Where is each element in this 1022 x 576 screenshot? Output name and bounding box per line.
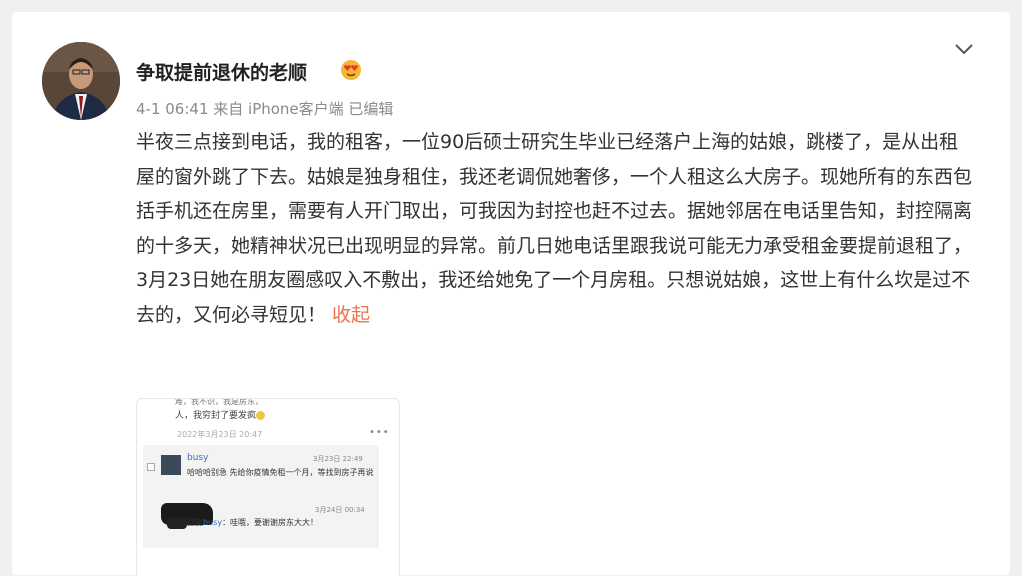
- more-dots-icon: •••: [369, 427, 390, 438]
- thumb-comment-box: busy 3月23日 22:49 哈哈哈别急 先给你疫情免租一个月，等找到房子再…: [143, 445, 379, 548]
- heart-eyes-emoji-icon: [341, 60, 361, 80]
- thumb-text-line1: 难，我不识，我是房东，: [175, 398, 263, 406]
- thumb-comment-text: 哈哈哈别急 先给你疫情免租一个月，等找到房子再说: [187, 468, 374, 477]
- emoji-icon: [256, 411, 266, 420]
- avatar-image: [42, 42, 120, 120]
- thumb-date: 2022年3月23日 20:47: [177, 430, 263, 439]
- thumb-reply-text: 回复busy：哇哦，要谢谢房东大大！: [187, 518, 319, 527]
- checkbox-icon: [147, 463, 155, 471]
- thumb-reply-date: 3月24日 00:34: [315, 506, 365, 514]
- attached-image-thumbnail[interactable]: 难，我不识，我是房东， 人，我穷封了要发疯 2022年3月23日 20:47 •…: [136, 398, 400, 576]
- post-meta: 4-1 06:41 来自 iPhone客户端 已编辑: [136, 100, 394, 118]
- thumb-sender: busy: [187, 453, 209, 463]
- post-body: 半夜三点接到电话，我的租客，一位90后硕士研究生毕业已经落户上海的姑娘，跳楼了，…: [136, 125, 976, 332]
- avatar[interactable]: [42, 42, 120, 120]
- post-text: 半夜三点接到电话，我的租客，一位90后硕士研究生毕业已经落户上海的姑娘，跳楼了，…: [136, 131, 973, 326]
- chevron-down-icon[interactable]: [954, 42, 974, 56]
- username[interactable]: 争取提前退休的老顺: [136, 58, 307, 85]
- thumb-text-line2: 人，我穷封了要发疯: [175, 408, 266, 421]
- redaction-mark: [167, 517, 187, 529]
- weibo-post-card: 争取提前退休的老顺 4-1 06:41 来自 iPhone客户端 已编辑 半夜三…: [12, 12, 1010, 576]
- collapse-link[interactable]: 收起: [332, 304, 370, 326]
- thumb-avatar: [161, 455, 181, 475]
- thumb-comment-date: 3月23日 22:49: [313, 455, 363, 463]
